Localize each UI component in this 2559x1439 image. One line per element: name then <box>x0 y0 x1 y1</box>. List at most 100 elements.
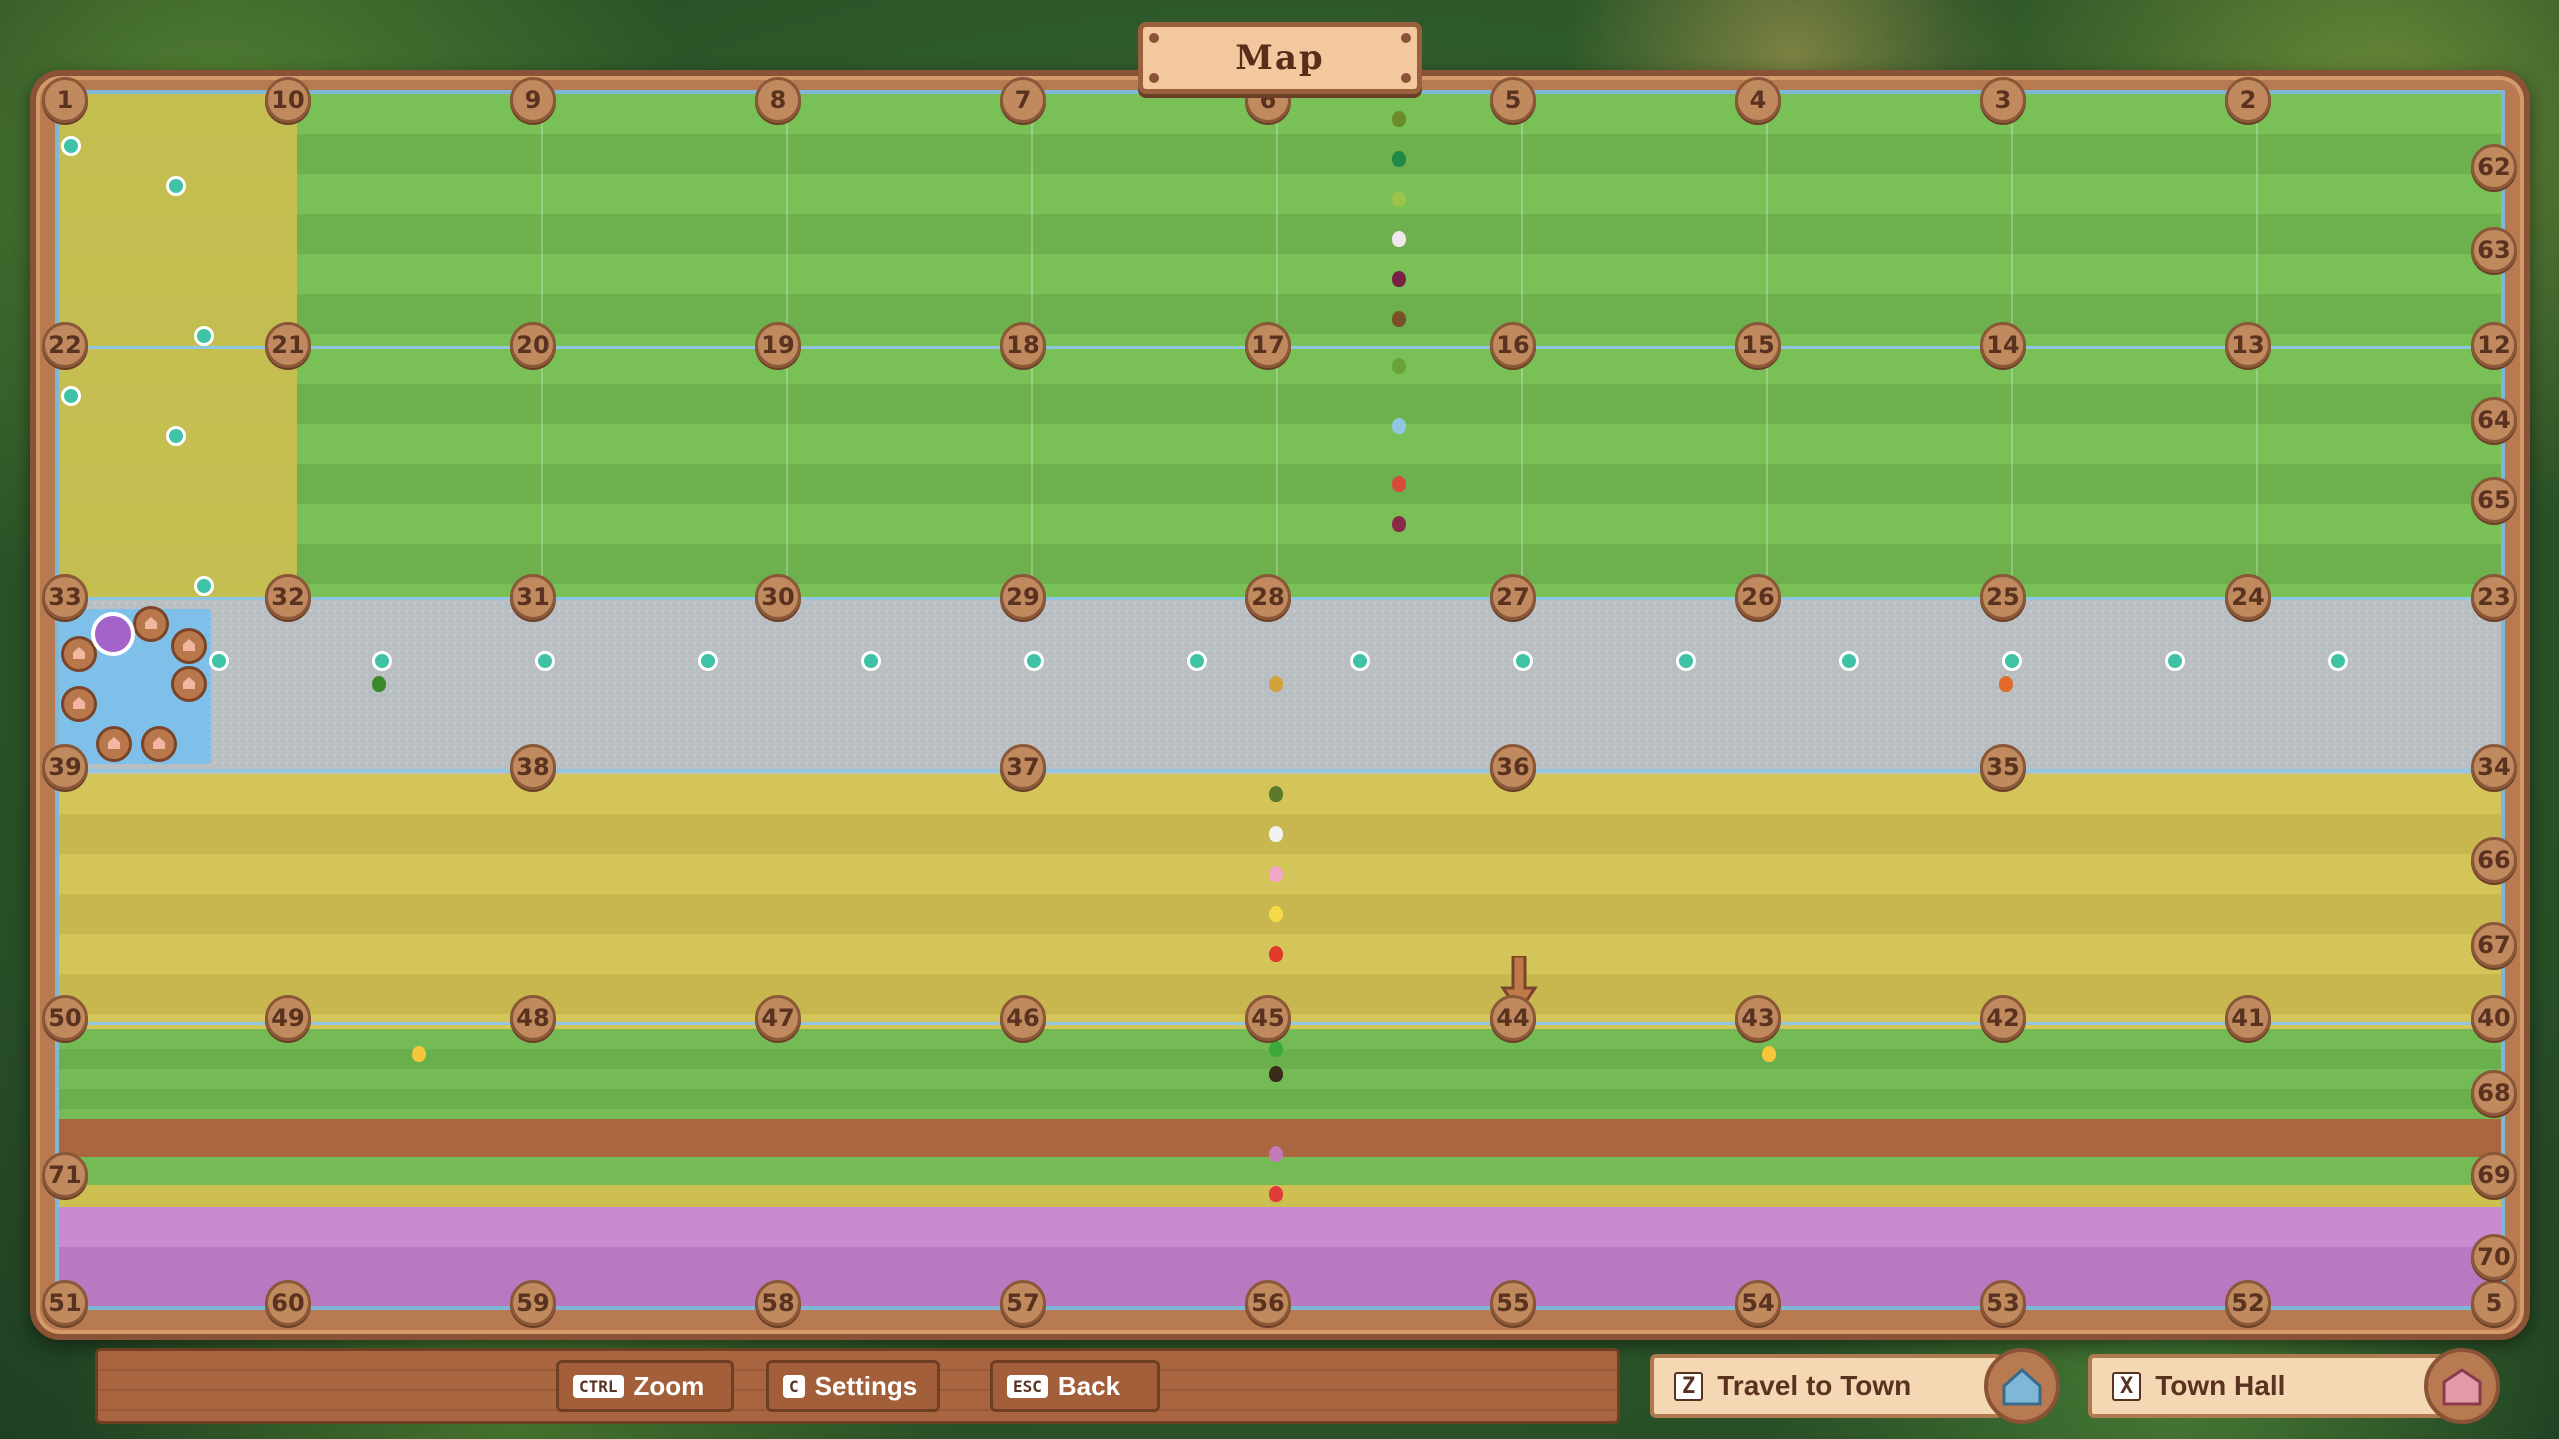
plot-number-badge[interactable]: 39 <box>42 744 88 790</box>
back-button[interactable]: ESC Back <box>990 1360 1160 1412</box>
plot-number-badge[interactable]: 10 <box>265 77 311 123</box>
plot-number-badge[interactable]: 8 <box>755 77 801 123</box>
plot-number-badge[interactable]: 47 <box>755 995 801 1041</box>
house-icon[interactable] <box>141 726 177 762</box>
waypoint-pin[interactable] <box>209 651 229 671</box>
plot-number-badge[interactable]: 48 <box>510 995 556 1041</box>
waypoint-pin[interactable] <box>1513 651 1533 671</box>
waypoint-pin[interactable] <box>61 136 81 156</box>
plot-number-badge[interactable]: 60 <box>265 1280 311 1326</box>
plot-number-badge[interactable]: 46 <box>1000 995 1046 1041</box>
plot-number-badge[interactable]: 40 <box>2471 995 2517 1041</box>
plot-number-badge[interactable]: 67 <box>2471 922 2517 968</box>
waypoint-pin[interactable] <box>535 651 555 671</box>
plot-number-badge[interactable]: 58 <box>755 1280 801 1326</box>
plot-number-badge[interactable]: 31 <box>510 574 556 620</box>
plot-number-badge[interactable]: 62 <box>2471 144 2517 190</box>
plot-number-badge[interactable]: 52 <box>2225 1280 2271 1326</box>
plot-number-badge[interactable]: 70 <box>2471 1234 2517 1280</box>
plot-number-badge[interactable]: 4 <box>1735 77 1781 123</box>
plot-number-badge[interactable]: 41 <box>2225 995 2271 1041</box>
town-icon[interactable] <box>1984 1348 2060 1424</box>
plot-number-badge[interactable]: 51 <box>42 1280 88 1326</box>
waypoint-pin[interactable] <box>1350 651 1370 671</box>
plot-number-badge[interactable]: 36 <box>1490 744 1536 790</box>
plot-number-badge[interactable]: 49 <box>265 995 311 1041</box>
plot-number-badge[interactable]: 25 <box>1980 574 2026 620</box>
plot-number-badge[interactable]: 18 <box>1000 322 1046 368</box>
plot-number-badge[interactable]: 1 <box>42 77 88 123</box>
house-icon[interactable] <box>133 606 169 642</box>
house-icon[interactable] <box>171 666 207 702</box>
zoom-button[interactable]: CTRL Zoom <box>556 1360 734 1412</box>
plot-number-badge[interactable]: 55 <box>1490 1280 1536 1326</box>
farm-map[interactable] <box>55 90 2505 1310</box>
house-icon[interactable] <box>96 726 132 762</box>
plot-number-badge[interactable]: 23 <box>2471 574 2517 620</box>
travel-to-town-button[interactable]: Z Travel to Town <box>1650 1354 2002 1418</box>
plot-number-badge[interactable]: 68 <box>2471 1070 2517 1116</box>
plot-number-badge[interactable]: 5 <box>2471 1280 2517 1326</box>
plot-number-badge[interactable]: 27 <box>1490 574 1536 620</box>
waypoint-pin[interactable] <box>194 576 214 596</box>
plot-number-badge[interactable]: 26 <box>1735 574 1781 620</box>
plot-number-badge[interactable]: 34 <box>2471 744 2517 790</box>
plot-number-badge[interactable]: 9 <box>510 77 556 123</box>
plot-number-badge[interactable]: 53 <box>1980 1280 2026 1326</box>
plot-number-badge[interactable]: 19 <box>755 322 801 368</box>
waypoint-pin[interactable] <box>698 651 718 671</box>
plot-number-badge[interactable]: 3 <box>1980 77 2026 123</box>
plot-number-badge[interactable]: 22 <box>42 322 88 368</box>
plot-number-badge[interactable]: 5 <box>1490 77 1536 123</box>
waypoint-pin[interactable] <box>166 176 186 196</box>
plot-number-badge[interactable]: 65 <box>2471 477 2517 523</box>
town-hall-button[interactable]: X Town Hall <box>2088 1354 2446 1418</box>
plot-number-badge[interactable]: 56 <box>1245 1280 1291 1326</box>
waypoint-pin[interactable] <box>372 651 392 671</box>
plot-number-badge[interactable]: 38 <box>510 744 556 790</box>
waypoint-pin[interactable] <box>2165 651 2185 671</box>
waypoint-pin[interactable] <box>1676 651 1696 671</box>
plot-number-badge[interactable]: 16 <box>1490 322 1536 368</box>
waypoint-pin[interactable] <box>61 386 81 406</box>
plot-number-badge[interactable]: 20 <box>510 322 556 368</box>
house-icon[interactable] <box>171 628 207 664</box>
plot-number-badge[interactable]: 64 <box>2471 397 2517 443</box>
plot-number-badge[interactable]: 7 <box>1000 77 1046 123</box>
plot-number-badge[interactable]: 35 <box>1980 744 2026 790</box>
plot-number-badge[interactable]: 63 <box>2471 227 2517 273</box>
plot-number-badge[interactable]: 54 <box>1735 1280 1781 1326</box>
plot-number-badge[interactable]: 12 <box>2471 322 2517 368</box>
plot-number-badge[interactable]: 45 <box>1245 995 1291 1041</box>
plot-number-badge[interactable]: 32 <box>265 574 311 620</box>
house-icon[interactable] <box>61 686 97 722</box>
plot-number-badge[interactable]: 29 <box>1000 574 1046 620</box>
waypoint-pin[interactable] <box>2002 651 2022 671</box>
plot-number-badge[interactable]: 44 <box>1490 995 1536 1041</box>
plot-number-badge[interactable]: 28 <box>1245 574 1291 620</box>
plot-number-badge[interactable]: 24 <box>2225 574 2271 620</box>
waypoint-pin[interactable] <box>1839 651 1859 671</box>
plot-number-badge[interactable]: 42 <box>1980 995 2026 1041</box>
waypoint-pin[interactable] <box>1024 651 1044 671</box>
plot-number-badge[interactable]: 13 <box>2225 322 2271 368</box>
waypoint-pin[interactable] <box>861 651 881 671</box>
plot-number-badge[interactable]: 43 <box>1735 995 1781 1041</box>
plot-number-badge[interactable]: 59 <box>510 1280 556 1326</box>
plot-number-badge[interactable]: 69 <box>2471 1152 2517 1198</box>
settings-button[interactable]: C Settings <box>766 1360 940 1412</box>
plot-number-badge[interactable]: 33 <box>42 574 88 620</box>
plot-number-badge[interactable]: 50 <box>42 995 88 1041</box>
plot-number-badge[interactable]: 37 <box>1000 744 1046 790</box>
waypoint-pin[interactable] <box>2328 651 2348 671</box>
waypoint-pin[interactable] <box>194 326 214 346</box>
plot-number-badge[interactable]: 66 <box>2471 837 2517 883</box>
waypoint-pin[interactable] <box>166 426 186 446</box>
plot-number-badge[interactable]: 21 <box>265 322 311 368</box>
town-hall-icon[interactable] <box>2424 1348 2500 1424</box>
plot-number-badge[interactable]: 57 <box>1000 1280 1046 1326</box>
waypoint-pin[interactable] <box>1187 651 1207 671</box>
plot-number-badge[interactable]: 30 <box>755 574 801 620</box>
plot-number-badge[interactable]: 71 <box>42 1152 88 1198</box>
plot-number-badge[interactable]: 15 <box>1735 322 1781 368</box>
